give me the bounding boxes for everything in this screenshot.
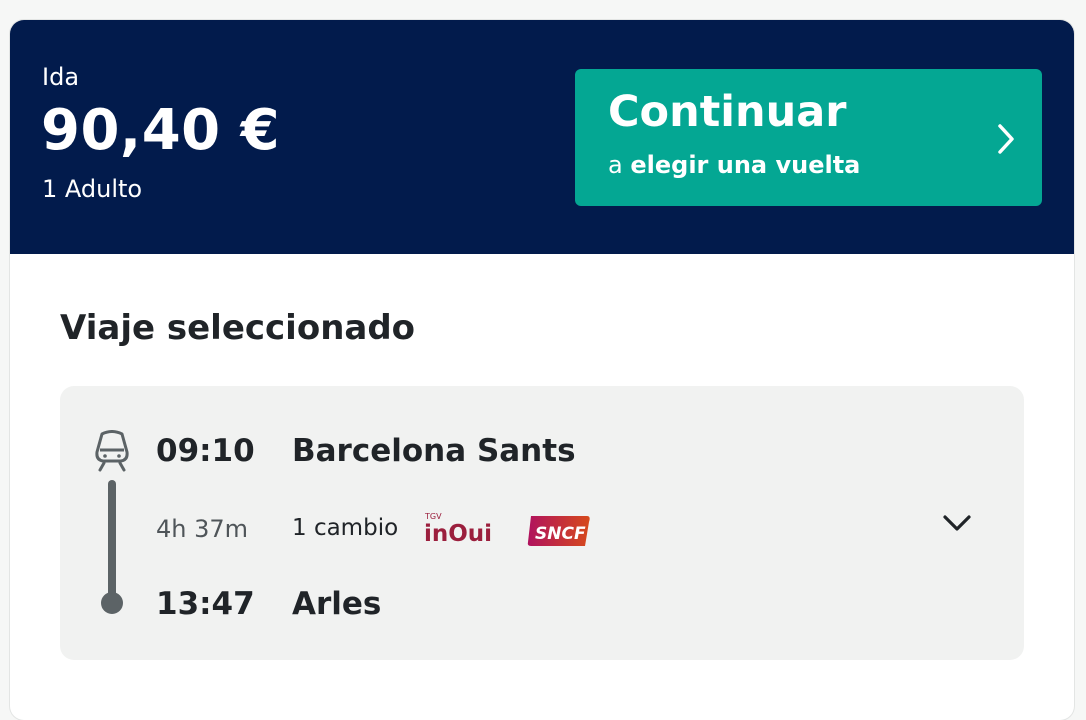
- sncf-logo-text: SNCF: [535, 524, 586, 544]
- arrival-dot: [101, 592, 123, 614]
- passenger-count: 1 Adulto: [42, 175, 143, 203]
- continue-subtitle-action: elegir una vuelta: [630, 151, 861, 179]
- trip-duration: 4h 37m: [156, 515, 249, 543]
- trip-changes: 1 cambio: [292, 515, 399, 541]
- arrival-time: 13:47: [156, 586, 255, 622]
- sncf-logo: SNCF: [527, 516, 590, 546]
- departure-time: 09:10: [156, 433, 255, 469]
- inoui-logo-top: TGV: [424, 512, 442, 521]
- departure-station: Barcelona Sants: [292, 433, 576, 469]
- price-summary-header: Ida 90,40 € 1 Adulto Continuar a elegir …: [10, 20, 1074, 254]
- continue-subtitle-prefix: a: [608, 151, 623, 179]
- arrival-station: Arles: [292, 586, 382, 622]
- journey-card: 09:10 Barcelona Sants 4h 37m 1 cambio TG…: [60, 386, 1024, 660]
- inoui-logo-main: inOui: [424, 521, 492, 546]
- trip-summary-card: Ida 90,40 € 1 Adulto Continuar a elegir …: [10, 20, 1074, 720]
- continue-button[interactable]: Continuar a elegir una vuelta: [575, 69, 1042, 206]
- route-line: [108, 480, 116, 606]
- chevron-down-icon[interactable]: [942, 512, 972, 534]
- trip-price: 90,40 €: [41, 98, 281, 163]
- train-icon: [95, 430, 129, 472]
- trip-direction-label: Ida: [42, 63, 80, 91]
- section-title: Viaje seleccionado: [60, 308, 416, 348]
- chevron-right-icon: [998, 124, 1014, 154]
- tgv-inoui-logo: TGV inOui: [424, 512, 492, 546]
- continue-button-subtitle: a elegir una vuelta: [608, 151, 860, 179]
- continue-button-label: Continuar: [608, 87, 847, 137]
